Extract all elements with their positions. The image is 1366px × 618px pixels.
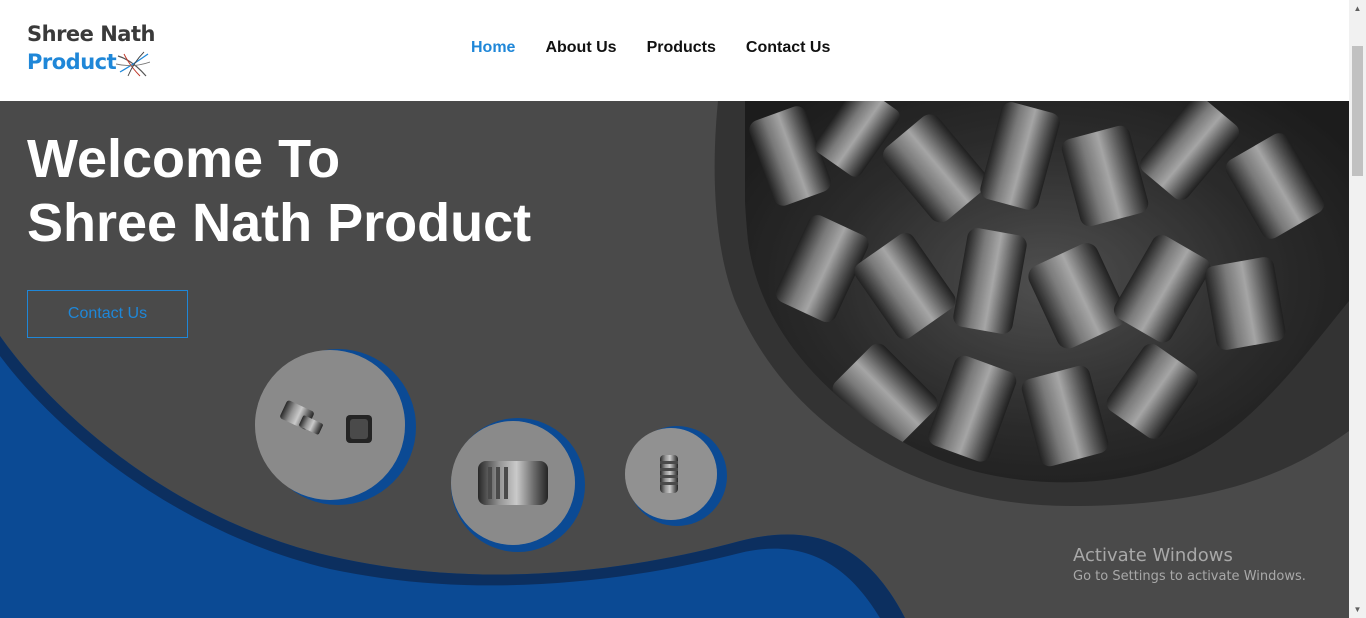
fitting-photo-3 <box>625 428 717 520</box>
hero-title-line2: Shree Nath Product <box>27 193 532 253</box>
brand-name-line2: Product <box>27 50 117 74</box>
main-nav: Home About Us Products Contact Us <box>471 39 830 57</box>
scroll-down-arrow-icon[interactable]: ▼ <box>1349 601 1366 618</box>
nav-about-us[interactable]: About Us <box>545 39 616 57</box>
watermark-title: Activate Windows <box>1073 545 1233 566</box>
page: Shree Nath Product Home About Us Product… <box>0 0 1366 618</box>
fitting-photo-1 <box>255 350 405 500</box>
brand-logo[interactable]: Shree Nath Product <box>27 22 157 80</box>
scroll-thumb[interactable] <box>1352 46 1363 176</box>
contact-us-button[interactable]: Contact Us <box>27 290 188 338</box>
hero-title-line1: Welcome To <box>27 129 341 189</box>
nav-home[interactable]: Home <box>471 39 515 57</box>
scroll-up-arrow-icon[interactable]: ▲ <box>1349 0 1366 17</box>
activate-windows-watermark: Activate Windows Go to Settings to activ… <box>1073 545 1306 584</box>
hero-section: Welcome To Shree Nath Product Contact Us <box>0 101 1349 618</box>
page-scrollbar[interactable]: ▲ ▼ <box>1349 0 1366 618</box>
nav-products[interactable]: Products <box>647 39 716 57</box>
hero-title: Welcome To Shree Nath Product <box>27 127 531 255</box>
watermark-subtitle: Go to Settings to activate Windows. <box>1073 569 1306 584</box>
brand-mark-icon <box>116 51 150 77</box>
fitting-photo-2 <box>451 421 575 545</box>
nav-contact-us[interactable]: Contact Us <box>746 39 830 57</box>
brand-name-line1: Shree Nath <box>27 22 155 46</box>
site-header: Shree Nath Product Home About Us Product… <box>0 0 1349 101</box>
